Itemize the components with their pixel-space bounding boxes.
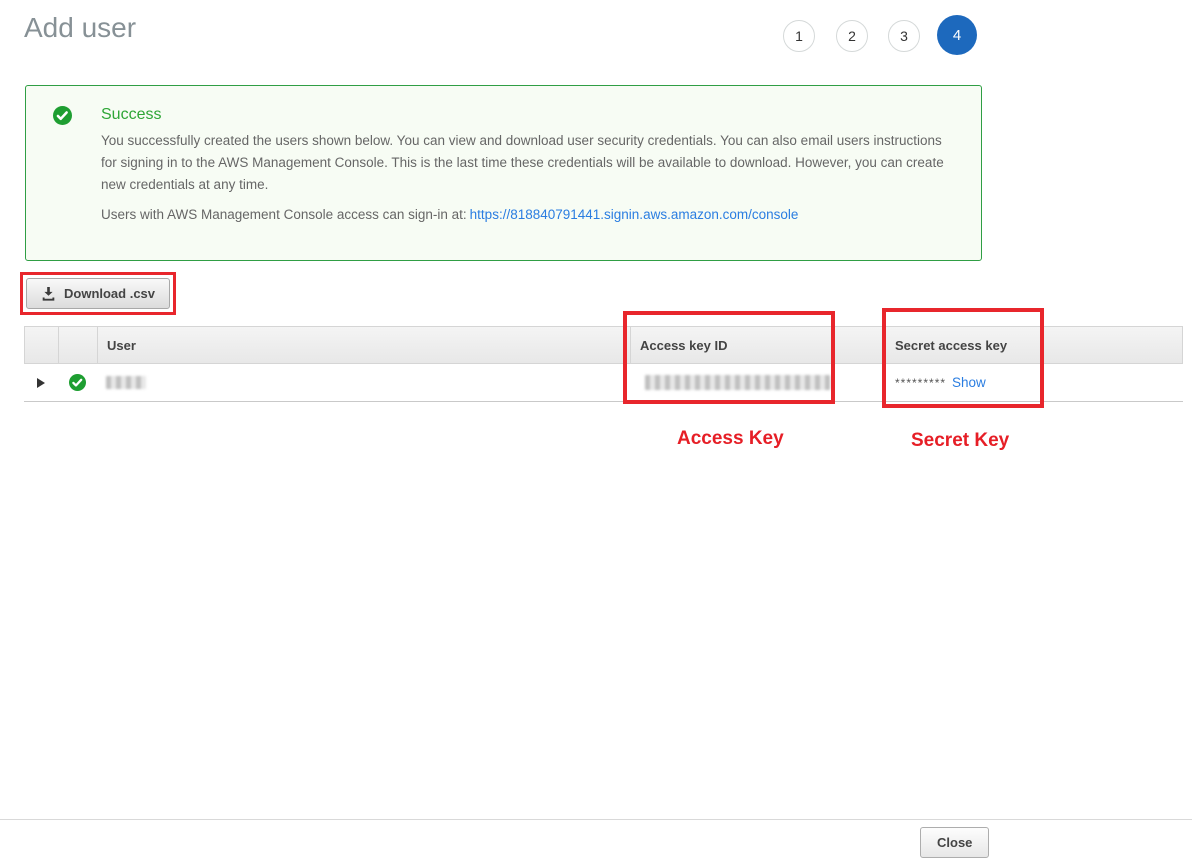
check-circle-icon <box>53 106 72 125</box>
header-user: User <box>98 327 631 363</box>
success-message: You successfully created the users shown… <box>101 130 957 196</box>
success-banner: Success You successfully created the use… <box>25 85 982 261</box>
signin-prefix: Users with AWS Management Console access… <box>101 207 467 222</box>
wizard-step-2[interactable]: 2 <box>836 20 868 52</box>
expand-cell <box>24 364 58 401</box>
header-status-column <box>59 327 98 363</box>
download-csv-button[interactable]: Download .csv <box>26 278 170 309</box>
secret-key-annotation-label: Secret Key <box>911 430 1009 452</box>
signin-console-link[interactable]: https://818840791441.signin.aws.amazon.c… <box>470 207 799 222</box>
page-title: Add user <box>24 12 136 44</box>
close-button[interactable]: Close <box>920 827 989 858</box>
success-heading: Success <box>101 106 161 124</box>
redacted-user-name <box>106 376 146 389</box>
check-circle-icon <box>69 374 86 391</box>
user-cell <box>97 364 630 401</box>
wizard-step-3[interactable]: 3 <box>888 20 920 52</box>
signin-line: Users with AWS Management Console access… <box>101 207 798 222</box>
secret-key-annotation-box <box>882 308 1044 408</box>
download-csv-label: Download .csv <box>64 286 155 301</box>
header-expand-column <box>25 327 59 363</box>
caret-right-icon[interactable] <box>37 378 45 388</box>
footer-divider <box>0 819 1192 820</box>
wizard-step-4-active[interactable]: 4 <box>937 15 977 55</box>
access-key-annotation-box <box>623 311 835 404</box>
status-cell <box>58 364 97 401</box>
wizard-step-1[interactable]: 1 <box>783 20 815 52</box>
access-key-annotation-label: Access Key <box>677 428 784 450</box>
download-annotation-box: Download .csv <box>20 272 176 315</box>
download-icon <box>41 286 56 301</box>
